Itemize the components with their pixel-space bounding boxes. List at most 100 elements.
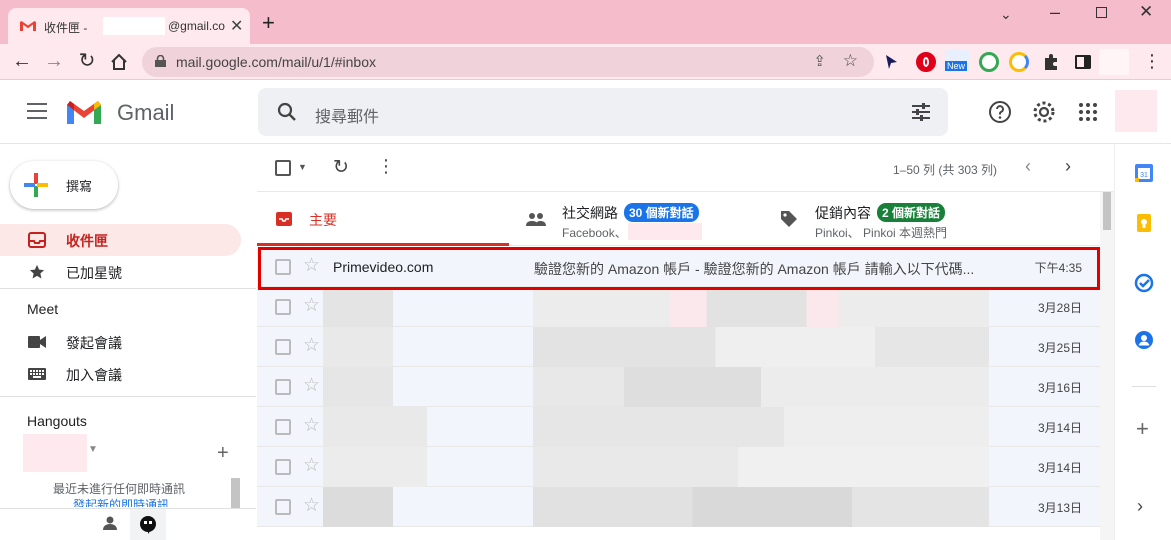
cursor-extension-icon[interactable] [881,52,901,72]
row-checkbox[interactable] [275,459,291,475]
email-date: 3月28日 [1037,301,1082,315]
puzzle-extensions-icon[interactable] [1041,52,1061,72]
search-icon[interactable] [276,101,298,123]
calendar-icon[interactable]: 31 [1134,163,1154,183]
select-all-checkbox[interactable] [275,160,291,176]
search-bar[interactable]: 搜尋郵件 [258,88,948,136]
star-icon [29,264,45,279]
compose-button[interactable]: 撰寫 [10,161,118,209]
star-icon[interactable]: ☆ [303,456,320,476]
table-row[interactable]: ☆ 3月14日 [257,447,1100,487]
people-icon [526,213,546,226]
row-checkbox[interactable] [275,499,291,515]
row-checkbox[interactable] [275,339,291,355]
email-date: 3月14日 [1037,421,1082,435]
gmail-wordmark: Gmail [117,100,175,125]
browser-toolbar: ← → ↻ mail.google.com/mail/u/1/#inbox ⇪ … [0,44,1171,80]
star-icon[interactable]: ☆ [303,416,320,436]
opera-extension-icon[interactable] [916,52,936,72]
sidebar-item-join-meeting[interactable]: 加入會議 [0,358,241,390]
inbox-icon [28,232,46,248]
browser-tab[interactable]: 收件匣 - @gmail.co ✕ [8,8,250,44]
hangouts-tab[interactable] [130,509,166,540]
newer-page-icon[interactable]: ‹ [1025,156,1031,177]
new-extension-icon[interactable]: New [945,50,969,72]
refresh-icon[interactable]: ↻ [333,156,349,179]
scrollbar-thumb[interactable] [1103,192,1111,230]
highlight-box [258,247,1100,290]
table-row[interactable]: ☆ 3月13日 [257,487,1100,527]
contacts-icon[interactable] [1134,330,1154,350]
gmail-favicon-icon [20,21,36,31]
reload-icon[interactable]: ↻ [75,50,99,74]
profile-avatar[interactable] [1099,49,1129,75]
compass-extension-icon[interactable] [979,52,999,72]
row-checkbox[interactable] [275,419,291,435]
maximize-icon[interactable] [1096,7,1107,18]
older-page-icon[interactable]: › [1065,156,1071,177]
star-icon[interactable]: ☆ [303,336,320,356]
star-icon[interactable]: ☆ [303,376,320,396]
tab-primary[interactable]: 主要 [257,192,509,246]
email-date: 3月13日 [1037,501,1082,515]
table-row[interactable]: ☆ 3月14日 [257,407,1100,447]
bookmark-star-icon[interactable]: ☆ [843,51,858,71]
email-date: 3月16日 [1037,381,1082,395]
redacted-sender [323,367,393,407]
star-icon[interactable]: ☆ [303,296,320,316]
message-list-scrollbar[interactable] [1100,192,1114,540]
chevron-down-icon[interactable]: ▼ [88,444,98,455]
side-panel-divider [1132,386,1156,387]
promotions-new-badge: 2 個新對話 [877,203,946,222]
expand-panel-icon[interactable]: › [1137,496,1143,517]
help-icon[interactable] [987,99,1013,125]
minimize-window-icon[interactable]: – [1050,2,1060,23]
contacts-person-icon[interactable] [102,515,118,531]
keyboard-icon [28,368,46,380]
keep-icon[interactable] [1134,213,1154,233]
table-row[interactable]: ☆ 3月28日 [257,287,1100,327]
tab-title-suffix: @gmail.co [168,19,225,33]
sidebar-item-inbox[interactable]: 收件匣 [0,224,241,256]
account-avatar[interactable] [1115,90,1157,132]
add-chat-icon[interactable]: + [217,442,229,465]
forward-icon[interactable]: → [42,50,66,74]
browser-menu-icon[interactable]: ⋮ [1140,50,1164,74]
address-bar[interactable]: mail.google.com/mail/u/1/#inbox ⇪ ☆ [142,47,874,77]
tasks-icon[interactable] [1134,273,1154,293]
new-tab-icon[interactable]: + [262,12,275,34]
row-checkbox[interactable] [275,299,291,315]
side-panel-icon[interactable] [1073,52,1093,72]
main-menu-icon[interactable] [27,103,47,119]
table-row[interactable]: ☆ 3月16日 [257,367,1100,407]
sidebar-item-new-meeting[interactable]: 發起會議 [0,326,241,358]
close-window-icon[interactable]: ✕ [1139,2,1153,22]
tab-social[interactable]: 社交網路 30 個新對話 Facebook、 [509,192,761,246]
check-extension-icon[interactable] [1009,52,1029,72]
sidebar-item-starred[interactable]: 已加星號 [0,256,241,288]
redacted-subject [533,447,989,487]
inbox-icon [276,212,292,226]
search-options-icon[interactable] [910,102,932,122]
url-text: mail.google.com/mail/u/1/#inbox [176,54,376,70]
select-dropdown-icon[interactable]: ▼ [298,162,307,172]
hangouts-user-avatar[interactable] [23,434,87,472]
hangouts-start-link[interactable]: 發起新的即時通訊 [73,497,169,507]
close-tab-icon[interactable]: ✕ [230,16,243,36]
minimize-icon[interactable]: ⌄ [1000,6,1012,23]
settings-gear-icon[interactable] [1031,99,1057,125]
svg-text:31: 31 [1140,172,1148,179]
back-icon[interactable]: ← [10,50,34,74]
home-icon[interactable] [107,50,131,74]
table-row[interactable]: ☆ 3月25日 [257,327,1100,367]
share-icon[interactable]: ⇪ [813,52,826,70]
tab-promotions[interactable]: 促銷內容 2 個新對話 Pinkoi、 Pinkoi 本週熱門 [761,192,1100,246]
search-input[interactable]: 搜尋郵件 [315,103,379,127]
more-options-icon[interactable]: ⋮ [377,156,395,177]
sidebar-divider [0,508,256,509]
star-icon[interactable]: ☆ [303,496,320,516]
add-addon-icon[interactable]: + [1136,416,1149,442]
apps-grid-icon[interactable] [1075,99,1101,125]
hangouts-scrollbar[interactable] [231,478,240,508]
row-checkbox[interactable] [275,379,291,395]
